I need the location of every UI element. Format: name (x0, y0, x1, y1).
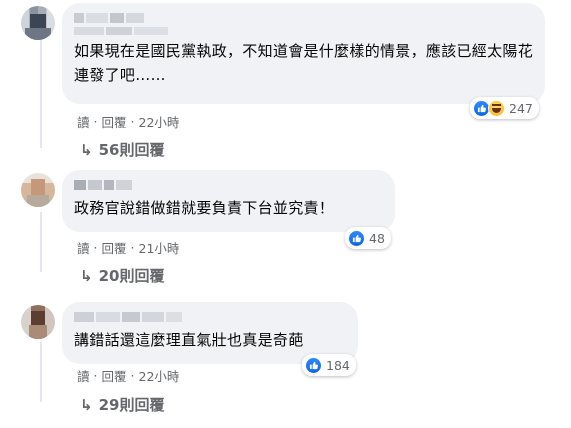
reply-link[interactable]: 回覆 (102, 366, 127, 385)
view-replies-button[interactable]: ↳ 20則回覆 (80, 265, 164, 286)
avatar[interactable] (21, 6, 55, 40)
thread-line (40, 212, 42, 272)
read-link[interactable]: 讀 (77, 238, 90, 257)
comment-bubble: 如果現在是國民黨執政，不知道會是什麼樣的情景，應該已經太陽花連發了吧…… (62, 3, 545, 104)
comment-actions: 讀 · 回覆 · 22小時 (77, 112, 179, 131)
timestamp-link[interactable]: 22小時 (139, 366, 180, 385)
blurred-author-name[interactable] (74, 180, 383, 190)
comment-text: 政務官說錯做錯就要負責下台並究責！ (74, 199, 335, 217)
separator: · (130, 368, 135, 383)
view-replies-button[interactable]: ↳ 29則回覆 (80, 394, 164, 415)
comment-text: 講錯話還這麼理直氣壯也真是奇葩 (74, 331, 304, 349)
read-link[interactable]: 讀 (77, 112, 90, 131)
haha-icon (488, 99, 505, 117)
comment-bubble: 政務官說錯做錯就要負責下台並究責！ (62, 170, 395, 232)
reply-link[interactable]: 回覆 (102, 238, 127, 257)
reaction-summary[interactable]: 184 (302, 354, 356, 376)
reply-arrow-icon: ↳ (80, 395, 93, 414)
replies-label: 20則回覆 (98, 267, 165, 285)
view-replies-button[interactable]: ↳ 56則回覆 (80, 139, 164, 160)
reaction-count: 247 (509, 100, 533, 116)
blurred-author-name[interactable] (74, 13, 533, 23)
thread-line (40, 40, 42, 148)
separator: · (130, 114, 135, 129)
avatar[interactable] (21, 173, 55, 207)
separator: · (93, 114, 98, 129)
separator: · (93, 368, 98, 383)
reaction-count: 48 (369, 230, 385, 246)
blurred-author-name[interactable] (74, 312, 346, 322)
replies-label: 29則回覆 (98, 396, 165, 414)
like-icon (348, 229, 365, 247)
thread-line (40, 342, 42, 402)
comment-actions: 讀 · 回覆 · 21小時 (77, 238, 179, 257)
read-link[interactable]: 讀 (77, 366, 90, 385)
reaction-count: 184 (326, 357, 350, 373)
reply-arrow-icon: ↳ (80, 266, 93, 285)
like-icon (305, 356, 322, 374)
replies-label: 56則回覆 (98, 141, 165, 159)
avatar[interactable] (21, 305, 55, 339)
reply-link[interactable]: 回覆 (102, 112, 127, 131)
blurred-author-subtitle (74, 27, 533, 35)
timestamp-link[interactable]: 22小時 (139, 112, 180, 131)
reaction-summary[interactable]: 48 (345, 227, 391, 249)
comment-actions: 讀 · 回覆 · 22小時 (77, 366, 179, 385)
comment-text: 如果現在是國民黨執政，不知道會是什麼樣的情景，應該已經太陽花連發了吧…… (74, 42, 534, 84)
reaction-summary[interactable]: 247 (470, 97, 539, 119)
reply-arrow-icon: ↳ (80, 140, 93, 159)
separator: · (130, 240, 135, 255)
separator: · (93, 240, 98, 255)
timestamp-link[interactable]: 21小時 (139, 238, 180, 257)
